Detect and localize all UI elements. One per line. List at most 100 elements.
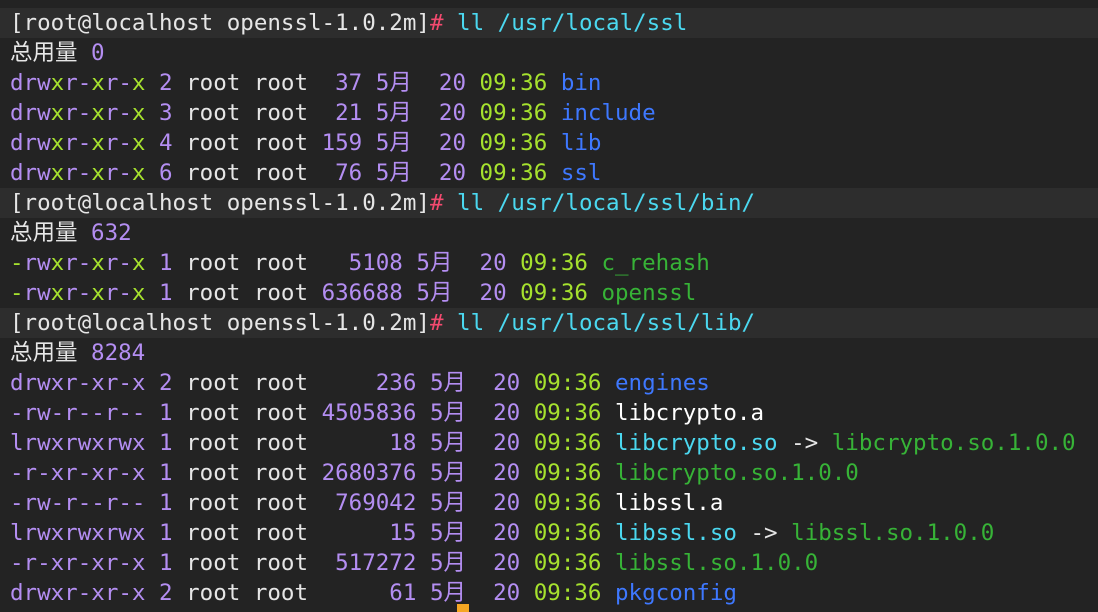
field-total-label: 总用量	[10, 340, 92, 366]
field-user: root root	[172, 430, 309, 456]
field-p2: x	[50, 70, 65, 96]
field-size: 15	[308, 520, 417, 546]
field-total-label: 总用量	[10, 220, 92, 246]
field-time: 09:36	[520, 490, 602, 516]
field-size: 236	[308, 370, 417, 396]
field-perm: drwxr-xr-x	[10, 370, 146, 396]
field-p1: rw	[23, 130, 51, 156]
exec-name: libcrypto.so.1.0.0	[601, 460, 859, 486]
prompt-line: [root@localhost openssl-1.0.2m]# ll /usr…	[0, 8, 1098, 38]
dir-name: pkgconfig	[601, 580, 737, 606]
field-p3: r-	[64, 280, 92, 306]
command-text: ll /usr/local/ssl/lib/	[443, 310, 756, 336]
field-p6: x	[131, 250, 146, 276]
dir-name: lib	[547, 130, 602, 156]
list-item: drwxr-xr-x 2 root root 61 5月 20 09:36 pk…	[10, 578, 737, 608]
list-item: -rw-r--r-- 1 root root 769042 5月 20 09:3…	[10, 488, 723, 518]
field-user: root root	[172, 400, 309, 426]
field-links: 6	[145, 160, 173, 186]
field-time: 09:36	[520, 580, 602, 606]
field-size: 18	[308, 430, 417, 456]
field-total-label: 总用量	[10, 40, 92, 66]
field-p6: x	[131, 160, 146, 186]
field-p1: rw	[23, 280, 51, 306]
field-day: 20	[452, 280, 507, 306]
list-item: -r-xr-xr-x 1 root root 2680376 5月 20 09:…	[10, 458, 859, 488]
field-p6: x	[131, 70, 146, 96]
prompt: [root@localhost openssl-1.0.2m]	[10, 310, 430, 336]
field-p1: rw	[23, 160, 51, 186]
field-user: root root	[172, 100, 309, 126]
file-name: libssl.a	[601, 490, 724, 516]
field-user: root root	[172, 370, 309, 396]
list-item: -rw-r--r-- 1 root root 4505836 5月 20 09:…	[10, 398, 764, 428]
prompt: [root@localhost openssl-1.0.2m]	[10, 10, 430, 36]
field-day: 20	[452, 250, 507, 276]
field-user: root root	[172, 580, 309, 606]
field-links: 2	[145, 580, 173, 606]
field-month: 5月	[416, 370, 466, 396]
field-time: 09:36	[506, 250, 588, 276]
field-perm: -r-xr-xr-x	[10, 550, 146, 576]
field-size: 61	[308, 580, 417, 606]
terminal-window[interactable]: [root@localhost openssl-1.0.2m]# ll /usr…	[0, 0, 1098, 612]
field-type: d	[10, 100, 24, 126]
field-p4: x	[91, 100, 105, 126]
field-type: -	[10, 250, 24, 276]
field-links: 1	[145, 520, 173, 546]
field-user: root root	[172, 280, 309, 306]
field-day: 20	[466, 400, 521, 426]
field-p5: r-	[104, 280, 132, 306]
field-day: 20	[411, 160, 466, 186]
field-p5: r-	[104, 130, 132, 156]
field-time: 09:36	[466, 160, 548, 186]
command-text: ll /usr/local/ssl	[443, 10, 688, 36]
field-p4: x	[91, 70, 105, 96]
field-p4: x	[91, 130, 105, 156]
field-month: 5月	[416, 430, 466, 456]
field-time: 09:36	[520, 550, 602, 576]
field-p1: rw	[23, 250, 51, 276]
field-p6: x	[131, 130, 146, 156]
field-size: 636688	[308, 280, 403, 306]
field-time: 09:36	[506, 280, 588, 306]
field-user: root root	[172, 460, 309, 486]
terminal-cursor	[457, 604, 469, 612]
field-day: 20	[466, 370, 521, 396]
field-type: d	[10, 160, 24, 186]
field-day: 20	[466, 490, 521, 516]
field-month: 5月	[416, 490, 466, 516]
exec-name: c_rehash	[587, 250, 710, 276]
field-type: -	[10, 280, 24, 306]
field-time: 09:36	[520, 460, 602, 486]
file-name: libcrypto.a	[601, 400, 765, 426]
field-month: 5月	[416, 520, 466, 546]
list-item: drwxr-xr-x 2 root root 37 5月 20 09:36 bi…	[10, 68, 601, 98]
field-1: 632	[91, 220, 132, 246]
arrow-icon: ->	[736, 520, 778, 546]
field-size: 37	[308, 70, 363, 96]
field-links: 1	[145, 280, 173, 306]
field-perm: -r-xr-xr-x	[10, 460, 146, 486]
field-month: 5月	[362, 70, 412, 96]
field-links: 1	[145, 250, 173, 276]
command-text: ll /usr/local/ssl/bin/	[443, 190, 756, 216]
dir-name: include	[547, 100, 656, 126]
field-user: root root	[172, 130, 309, 156]
field-perm: lrwxrwxrwx	[10, 520, 146, 546]
field-time: 09:36	[466, 130, 548, 156]
field-p2: x	[50, 130, 65, 156]
list-item: lrwxrwxrwx 1 root root 18 5月 20 09:36 li…	[10, 428, 1076, 458]
field-p5: r-	[104, 160, 132, 186]
field-day: 20	[466, 550, 521, 576]
field-p3: r-	[64, 100, 92, 126]
exec-name: openssl	[587, 280, 697, 306]
field-time: 09:36	[520, 370, 602, 396]
list-item: drwxr-xr-x 3 root root 21 5月 20 09:36 in…	[10, 98, 656, 128]
symlink-name: libssl.so	[601, 520, 737, 546]
field-size: 159	[308, 130, 363, 156]
field-day: 20	[411, 100, 466, 126]
list-item: drwxr-xr-x 4 root root 159 5月 20 09:36 l…	[10, 128, 601, 158]
field-perm: drwxr-xr-x	[10, 580, 146, 606]
field-user: root root	[172, 70, 309, 96]
